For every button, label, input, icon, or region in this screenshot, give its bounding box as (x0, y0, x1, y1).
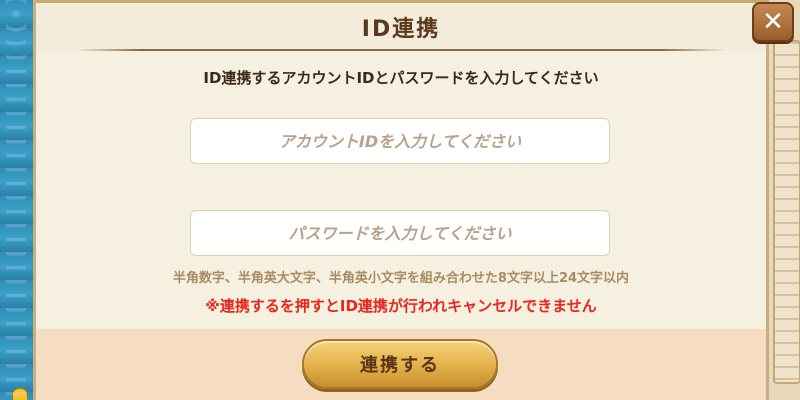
title-divider (76, 49, 726, 51)
password-rule-text: 半角数字、半角英大文字、半角英小文字を組み合わせた8文字以上24文字以内 (172, 271, 630, 286)
link-submit-button[interactable]: 連携する (302, 339, 498, 389)
dialog-title: ID連携 (361, 17, 441, 42)
account-id-input[interactable] (190, 118, 610, 164)
link-submit-label: 連携する (360, 355, 440, 376)
id-link-dialog: ID連携 ID連携するアカウントIDとパスワードを入力してください 半角数字、半… (36, 0, 766, 400)
right-ornament (766, 0, 800, 400)
dialog-header: ID連携 (36, 3, 766, 51)
password-input[interactable] (190, 210, 610, 256)
close-button[interactable]: ✕ (752, 2, 794, 42)
instruction-text: ID連携するアカウントIDとパスワードを入力してください (203, 69, 599, 87)
bell-icon (12, 388, 28, 400)
left-ornament (0, 0, 36, 400)
close-icon: ✕ (762, 7, 784, 37)
dialog-footer: 連携する (36, 329, 766, 400)
screen: ID連携 ID連携するアカウントIDとパスワードを入力してください 半角数字、半… (0, 0, 800, 400)
warning-text: ※連携するを押すとID連携が行われキャンセルできません (205, 297, 597, 315)
